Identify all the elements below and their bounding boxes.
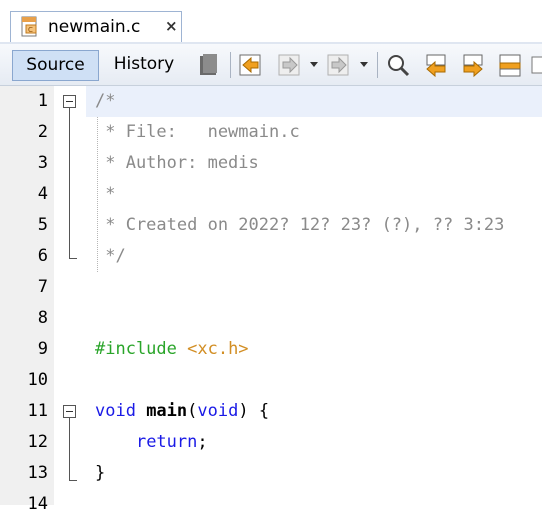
code-line: /* bbox=[95, 86, 115, 117]
fold-end-marker bbox=[69, 480, 77, 481]
tab-label: newmain.c bbox=[48, 17, 141, 37]
line-number: 7 bbox=[37, 277, 48, 297]
fold-collapse-icon[interactable] bbox=[63, 95, 76, 108]
tab-newmain-c[interactable]: C newmain.c × bbox=[10, 11, 182, 42]
line-number: 3 bbox=[37, 153, 48, 173]
code-line: * File: newmain.c bbox=[95, 117, 300, 148]
code-token: */ bbox=[95, 246, 126, 266]
forward-dropdown-arrow[interactable] bbox=[360, 62, 368, 67]
code-token: * File: newmain.c bbox=[95, 122, 300, 142]
history-tab-button[interactable]: History bbox=[104, 50, 184, 81]
line-number: 6 bbox=[37, 246, 48, 266]
toggle-highlight-icon[interactable] bbox=[497, 52, 525, 78]
source-tab-button[interactable]: Source bbox=[12, 50, 99, 81]
forward-icon[interactable] bbox=[276, 52, 304, 78]
fold-collapse-icon[interactable] bbox=[63, 405, 76, 418]
code-token: * bbox=[95, 184, 116, 204]
code-token: /* bbox=[95, 91, 116, 111]
close-tab-button[interactable]: × bbox=[165, 17, 178, 35]
editor-toolbar: Source History bbox=[0, 44, 542, 86]
line-number: 8 bbox=[37, 308, 48, 328]
code-line: return; bbox=[95, 427, 208, 458]
code-token: * Author: medis bbox=[95, 153, 259, 173]
code-token: void bbox=[197, 401, 239, 421]
code-token: return bbox=[135, 432, 198, 452]
code-editor[interactable]: 1 2 3 4 5 6 7 8 9 10 11 12 13 14 /* * File: newmain.c… bbox=[0, 86, 542, 514]
code-line: void main(void) { bbox=[95, 396, 269, 427]
fold-guide-line bbox=[69, 418, 70, 480]
code-line: #include <xc.h> bbox=[95, 334, 249, 365]
code-token: main bbox=[146, 401, 188, 421]
find-next-icon[interactable] bbox=[460, 52, 488, 78]
next-edit-icon[interactable] bbox=[325, 52, 353, 78]
back-dropdown-arrow[interactable] bbox=[310, 62, 318, 67]
code-token: void bbox=[95, 401, 147, 421]
fold-column bbox=[54, 86, 86, 505]
line-number: 10 bbox=[27, 370, 48, 390]
code-line: * bbox=[95, 179, 115, 210]
find-icon[interactable] bbox=[385, 52, 413, 78]
line-number: 12 bbox=[27, 432, 48, 452]
code-token: ( bbox=[187, 401, 198, 421]
line-number-gutter: 1 2 3 4 5 6 7 8 9 10 11 12 13 14 bbox=[0, 86, 54, 514]
c-source-file-icon: C bbox=[21, 16, 37, 37]
line-number: 1 bbox=[37, 91, 48, 111]
toolbar-overflow-icon[interactable] bbox=[530, 52, 542, 78]
code-token: ; bbox=[197, 432, 208, 452]
fold-guide-line bbox=[69, 108, 70, 258]
code-line: } bbox=[95, 458, 105, 489]
code-line: * Author: medis bbox=[95, 148, 259, 179]
code-token: #include bbox=[95, 339, 188, 359]
code-token: <xc.h> bbox=[187, 339, 249, 359]
line-number: 11 bbox=[27, 401, 48, 421]
svg-text:C: C bbox=[28, 26, 33, 34]
fold-end-marker bbox=[69, 258, 77, 259]
editor-tab-strip: C newmain.c × bbox=[0, 0, 542, 44]
line-number: 4 bbox=[37, 184, 48, 204]
current-line-highlight bbox=[86, 86, 542, 117]
code-line: * Created on 2022? 12? 23? (?), ?? 3:23 bbox=[95, 210, 504, 241]
code-token: } bbox=[95, 463, 106, 483]
find-previous-icon[interactable] bbox=[423, 52, 451, 78]
code-token: ) { bbox=[238, 401, 270, 421]
line-number: 13 bbox=[27, 463, 48, 483]
line-number: 2 bbox=[37, 122, 48, 142]
toolbar-separator bbox=[230, 52, 231, 78]
toolbar-separator bbox=[377, 52, 378, 78]
last-edit-icon[interactable] bbox=[194, 52, 222, 78]
line-number: 9 bbox=[37, 339, 48, 359]
code-token: * Created on 2022? 12? 23? (?), ?? 3:23 bbox=[95, 215, 505, 235]
code-line: */ bbox=[95, 241, 126, 272]
line-number: 5 bbox=[37, 215, 48, 235]
back-icon[interactable] bbox=[237, 52, 265, 78]
